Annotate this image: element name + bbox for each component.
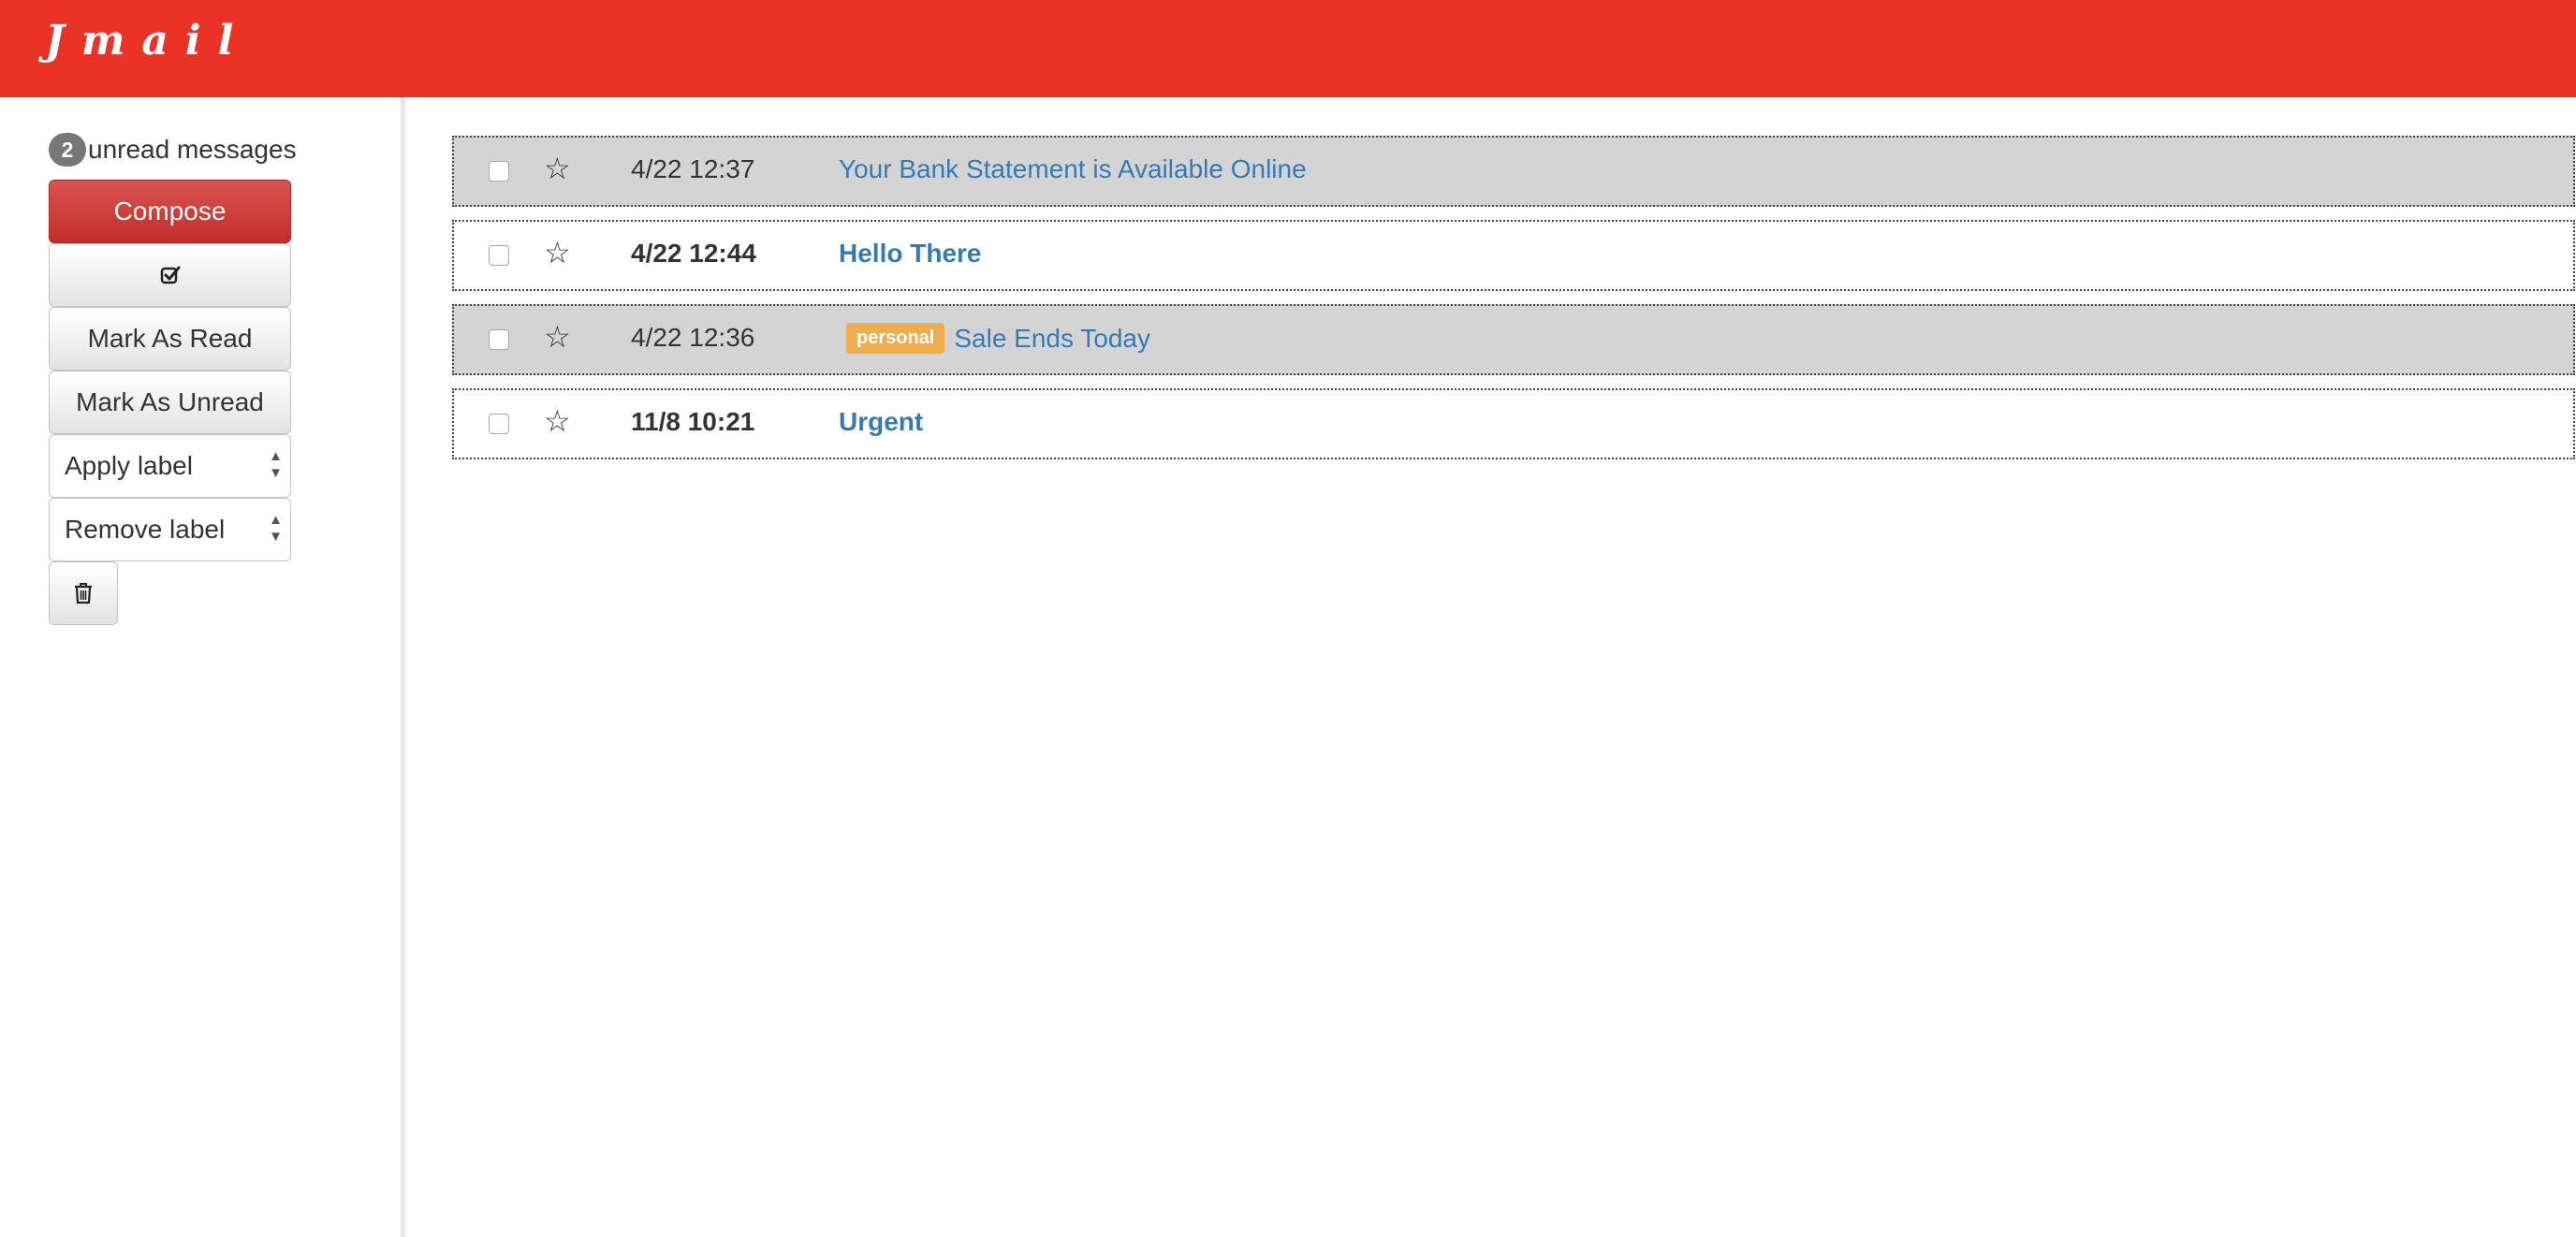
star-icon[interactable]: ☆: [544, 235, 571, 270]
message-row[interactable]: ☆ 4/22 12:37 Your Bank Statement is Avai…: [452, 136, 2575, 207]
unread-status-text: unread messages: [88, 135, 297, 164]
message-date: 4/22 12:37: [631, 154, 755, 183]
app-logo[interactable]: Jmail: [45, 17, 250, 65]
top-navbar: Jmail: [0, 0, 2576, 97]
select-all-button[interactable]: [49, 243, 291, 307]
message-subject-link[interactable]: Hello There: [839, 239, 981, 269]
remove-label-value: Remove label: [65, 515, 226, 544]
select-arrows-icon: ▲ ▼: [269, 448, 283, 481]
message-list: ☆ 4/22 12:37 Your Bank Statement is Avai…: [410, 97, 2576, 1237]
message-checkbox[interactable]: [489, 329, 509, 350]
message-subject-link[interactable]: Urgent: [839, 407, 923, 437]
message-row[interactable]: ☆ 4/22 12:44 Hello There: [452, 220, 2575, 291]
delete-button[interactable]: [49, 561, 118, 625]
message-subject-area: Your Bank Statement is Available Online: [839, 154, 1307, 184]
mark-as-unread-label: Mark As Unread: [76, 387, 264, 416]
mark-as-unread-button[interactable]: Mark As Unread: [49, 371, 291, 434]
star-icon[interactable]: ☆: [544, 319, 571, 355]
mark-as-read-button[interactable]: Mark As Read: [49, 307, 291, 371]
message-checkbox[interactable]: [489, 161, 509, 182]
message-date: 11/8 10:21: [631, 407, 755, 436]
star-icon[interactable]: ☆: [544, 151, 571, 186]
message-date: 4/22 12:36: [631, 323, 755, 352]
message-checkbox[interactable]: [489, 245, 509, 266]
check-square-icon: [160, 266, 180, 284]
message-subject-area: Hello There: [839, 239, 981, 269]
message-subject-area: personal Sale Ends Today: [839, 323, 1150, 354]
select-arrows-icon: ▲ ▼: [269, 512, 283, 545]
star-icon[interactable]: ☆: [544, 403, 571, 439]
compose-button[interactable]: Compose: [49, 180, 291, 243]
message-date: 4/22 12:44: [631, 239, 756, 268]
unread-count-badge: 2: [49, 133, 86, 167]
message-label-badge: personal: [846, 323, 945, 354]
message-subject-area: Urgent: [839, 407, 923, 437]
remove-label-select[interactable]: Remove label ▲ ▼: [49, 498, 291, 561]
message-subject-link[interactable]: Sale Ends Today: [954, 324, 1150, 354]
unread-status: 2 unread messages: [49, 131, 401, 168]
toolbar-sidebar: 2 unread messages Compose Mark As Read M…: [0, 97, 405, 1237]
message-checkbox[interactable]: [489, 414, 509, 434]
trash-icon: [75, 583, 92, 604]
message-row[interactable]: ☆ 4/22 12:36 personal Sale Ends Today: [452, 304, 2575, 375]
mark-as-read-label: Mark As Read: [87, 324, 253, 353]
message-subject-link[interactable]: Your Bank Statement is Available Online: [839, 154, 1307, 184]
message-row[interactable]: ☆ 11/8 10:21 Urgent: [452, 388, 2575, 459]
apply-label-value: Apply label: [65, 451, 193, 480]
apply-label-select[interactable]: Apply label ▲ ▼: [49, 434, 291, 498]
compose-button-label: Compose: [113, 196, 227, 226]
